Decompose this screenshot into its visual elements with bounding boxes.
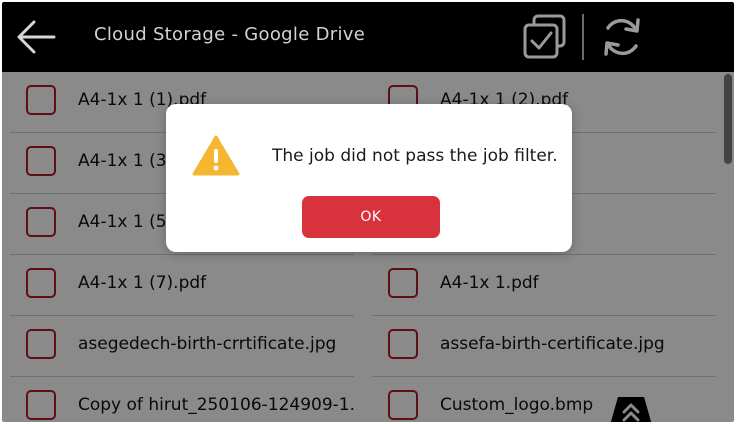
refresh-icon — [604, 18, 640, 56]
refresh-button[interactable] — [598, 12, 646, 62]
header-bar: Cloud Storage - Google Drive — [2, 2, 734, 72]
select-all-checkbox-icon — [523, 14, 566, 59]
select-all-button[interactable] — [520, 12, 570, 62]
app-window: Cloud Storage - Google Drive A4-1x 1 (1)… — [2, 2, 734, 422]
back-button[interactable] — [14, 18, 58, 56]
header-divider — [582, 14, 584, 60]
arrow-left-icon — [17, 20, 56, 54]
dialog-message: The job did not pass the job filter. — [272, 146, 558, 166]
alert-dialog: The job did not pass the job filter. OK — [166, 104, 572, 252]
warning-icon — [192, 135, 240, 176]
ok-button[interactable]: OK — [302, 196, 440, 238]
page-title: Cloud Storage - Google Drive — [94, 24, 366, 45]
